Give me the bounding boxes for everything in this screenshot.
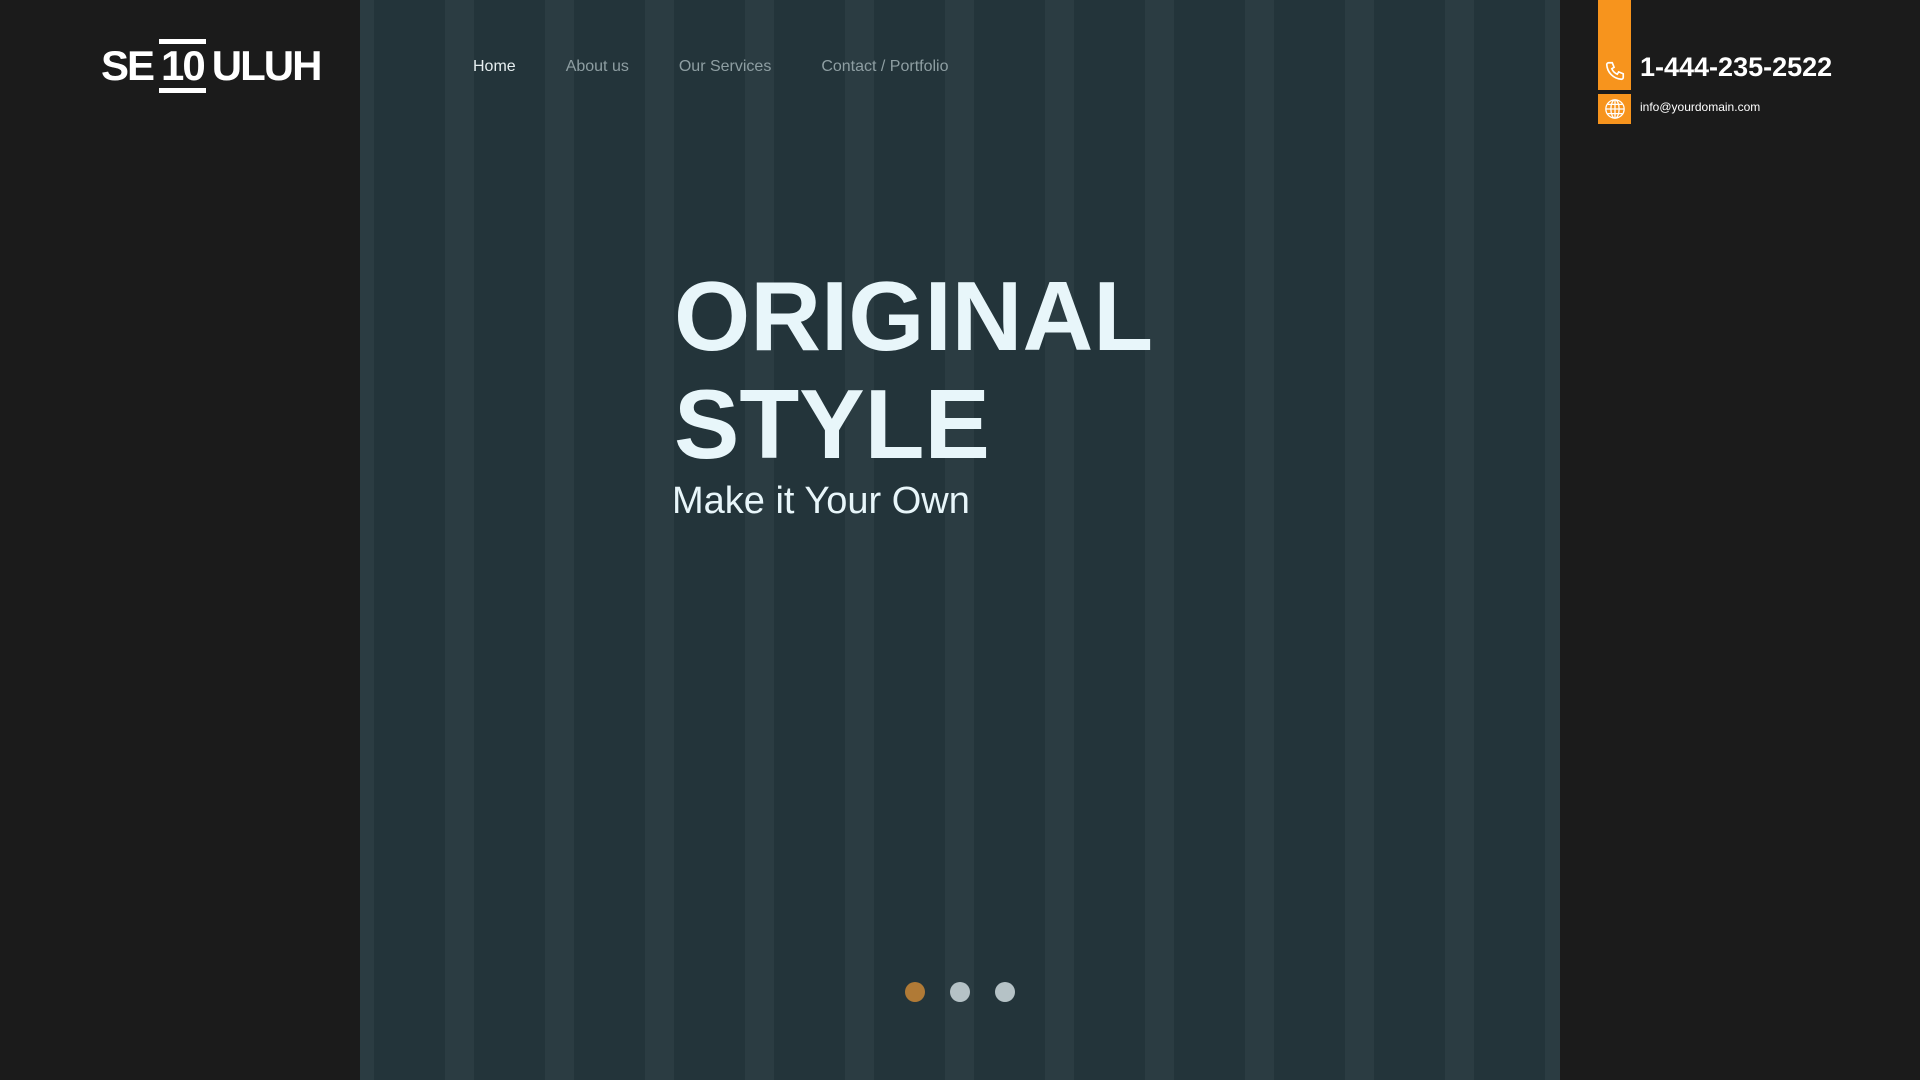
hero-title: ORIGINAL STYLE xyxy=(674,262,1153,478)
phone-icon xyxy=(1598,56,1631,86)
left-panel xyxy=(0,0,360,1080)
hero-subtitle: Make it Your Own xyxy=(672,480,970,522)
nav-contact[interactable]: Contact / Portfolio xyxy=(821,58,948,76)
slider-dot-3[interactable] xyxy=(995,982,1015,1002)
email-link[interactable]: info@yourdomain.com xyxy=(1640,100,1760,114)
nav-services[interactable]: Our Services xyxy=(679,58,771,76)
logo-text: 10 xyxy=(159,39,206,93)
main-nav: Home About us Our Services Contact / Por… xyxy=(473,58,948,76)
nav-about[interactable]: About us xyxy=(566,58,629,76)
hero-title-line: ORIGINAL xyxy=(674,261,1154,371)
hero-slider xyxy=(360,0,1560,1080)
phone-number[interactable]: 1-444-235-2522 xyxy=(1640,52,1832,83)
logo-text: ULUH xyxy=(211,42,323,89)
logo-text: SE xyxy=(101,42,155,89)
nav-home[interactable]: Home xyxy=(473,58,516,76)
globe-icon xyxy=(1598,94,1631,124)
slider-dot-1[interactable] xyxy=(905,982,925,1002)
slider-dot-2[interactable] xyxy=(950,982,970,1002)
hero-title-line: STYLE xyxy=(674,369,990,479)
logo[interactable]: SE 10 ULUH xyxy=(101,39,323,93)
right-panel xyxy=(1560,0,1920,1080)
